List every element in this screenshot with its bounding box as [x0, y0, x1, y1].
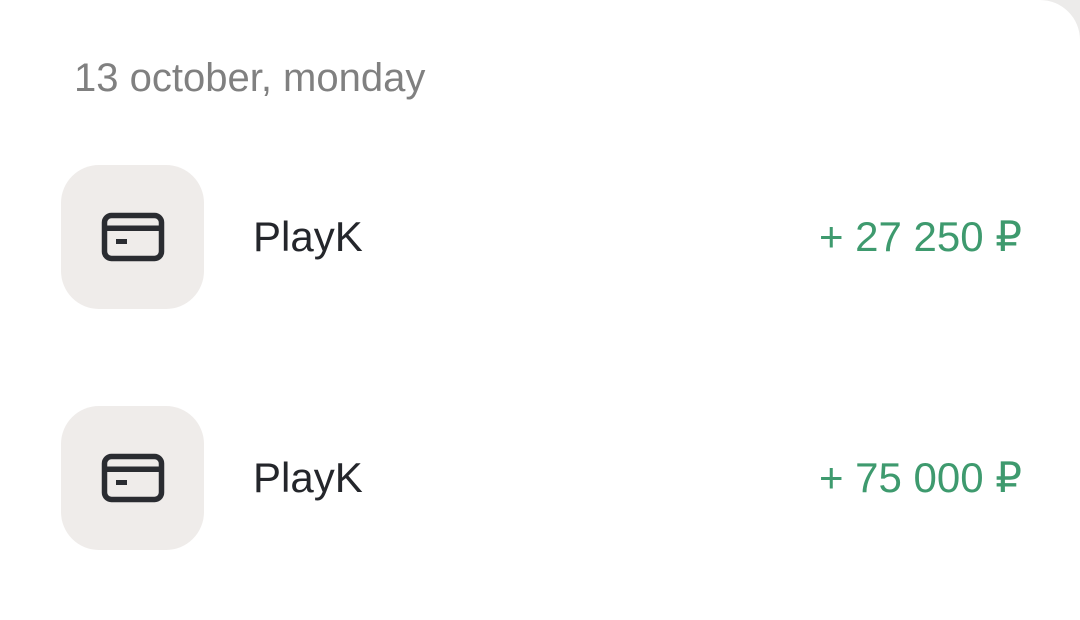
transaction-amount: + 75 000 ₽: [818, 454, 1022, 501]
transaction-name: PlayK: [253, 213, 363, 260]
date-header: 13 october, monday: [74, 56, 426, 100]
card-icon: [101, 212, 164, 262]
transaction-row[interactable]: PlayK + 27 250 ₽: [0, 165, 1080, 309]
transaction-icon-box: [61, 406, 204, 550]
transaction-row[interactable]: PlayK + 75 000 ₽: [0, 406, 1080, 550]
transaction-name: PlayK: [253, 454, 363, 501]
transaction-amount: + 27 250 ₽: [818, 213, 1022, 260]
transaction-icon-box: [61, 165, 204, 309]
transactions-panel: 13 october, monday PlayK + 27 250 ₽ Play…: [0, 0, 1080, 620]
card-icon: [101, 453, 164, 503]
